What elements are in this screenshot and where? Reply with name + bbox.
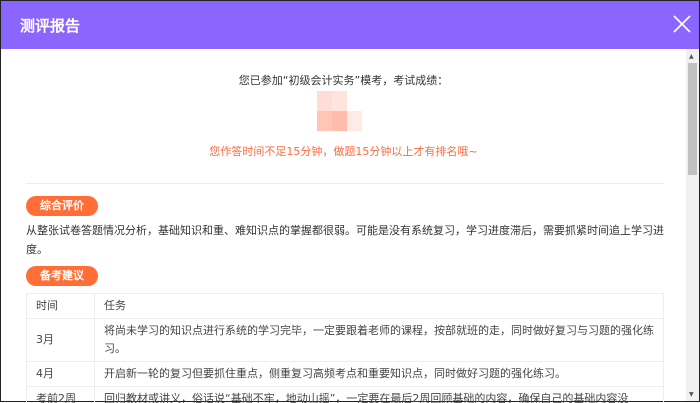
col-task: 任务 (95, 294, 664, 319)
dialog-header: 测评报告 (1, 1, 699, 49)
score-blurred (317, 91, 375, 131)
advice-badge: 备考建议 (26, 266, 98, 286)
table-row: 3月将尚未学习的知识点进行系统的学习完毕，一定要跟着老师的课程，按部就班的走，同… (27, 319, 664, 362)
table-row: 4月开启新一轮的复习但要抓住重点，侧重复习高频考点和重要知识点，同时做好习题的强… (27, 362, 664, 387)
evaluation-badge: 综合评价 (26, 196, 98, 216)
scrollbar[interactable]: ▲ ▼ (686, 49, 699, 401)
scrollbar-thumb[interactable] (688, 63, 697, 175)
col-time: 时间 (27, 294, 95, 319)
row-task: 开启新一轮的复习但要抓住重点，侧重复习高频考点和重要知识点，同时做好习题的强化练… (95, 362, 664, 387)
row-task: 回归教材或讲义，俗话说“基础不牢，地动山摇”，一定要在最后2周回顾基础的内容，确… (95, 387, 664, 403)
evaluation-text: 从整张试卷答题情况分析，基础知识和重、难知识点的掌握都很弱。可能是没有系统复习，… (26, 221, 668, 259)
row-time: 3月 (27, 319, 95, 362)
dialog-title: 测评报告 (20, 15, 80, 36)
report-body: 您已参加“初级会计实务”模考，考试成绩： 您作答时间不足15分钟，做题15分钟以… (1, 49, 686, 403)
row-time: 4月 (27, 362, 95, 387)
scroll-down-icon[interactable]: ▼ (689, 391, 694, 398)
table-row: 考前2周回归教材或讲义，俗话说“基础不牢，地动山摇”，一定要在最后2周回顾基础的… (27, 387, 664, 403)
time-warning: 您作答时间不足15分钟，做题15分钟以上才有排名哦~ (1, 143, 686, 159)
advice-table: 时间任务 3月将尚未学习的知识点进行系统的学习完毕，一定要跟着老师的课程，按部就… (26, 293, 664, 403)
row-task: 将尚未学习的知识点进行系统的学习完毕，一定要跟着老师的课程，按部就班的走，同时做… (95, 319, 664, 362)
row-time: 考前2周 (27, 387, 95, 403)
divider (26, 183, 664, 184)
table-header-row: 时间任务 (27, 294, 664, 319)
intro-text: 您已参加“初级会计实务”模考，考试成绩： (1, 72, 686, 88)
close-icon[interactable] (671, 13, 693, 35)
scroll-up-icon[interactable]: ▲ (689, 53, 694, 60)
